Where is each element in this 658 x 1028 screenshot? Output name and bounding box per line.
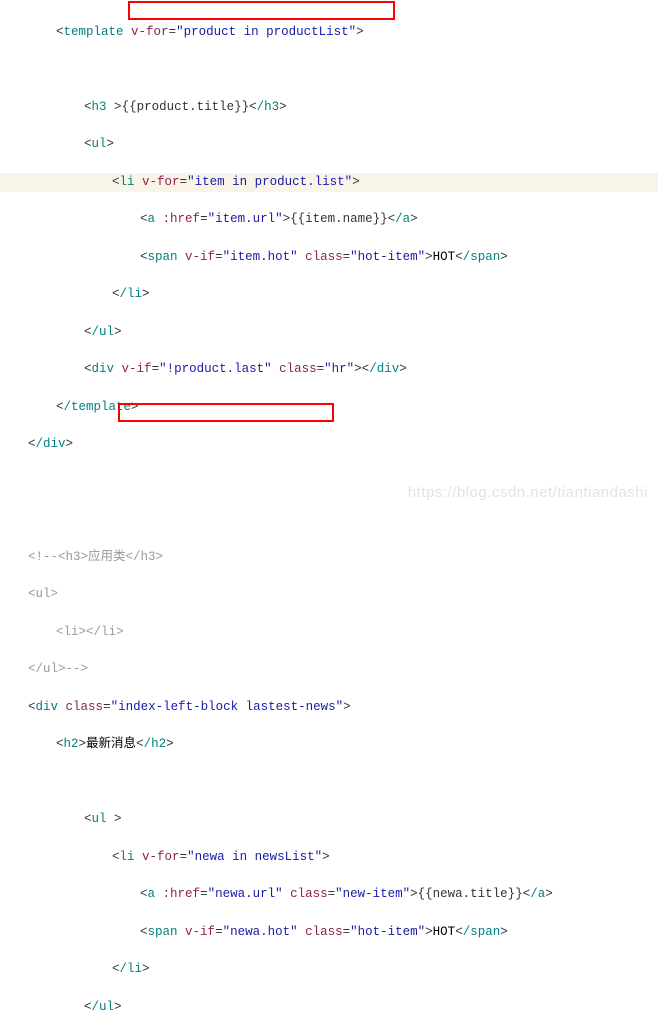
code-line: <a :href="item.url">{{item.name}}</a>	[0, 210, 658, 229]
comment-text: </ul>-->	[28, 662, 88, 676]
attr-value: "newa.url"	[208, 887, 283, 901]
attr-name: v-if	[185, 925, 215, 939]
code-line: <h3 >{{product.title}}</h3>	[0, 98, 658, 117]
attr-name: class	[305, 925, 343, 939]
tag-name: /ul	[92, 1000, 115, 1014]
attr-value: "newa in newsList"	[187, 850, 322, 864]
code-line: <a :href="newa.url" class="new-item">{{n…	[0, 885, 658, 904]
attr-value: "item in product.list"	[187, 175, 352, 189]
interpolation: {{item.name}}	[290, 212, 388, 226]
code-line: </div>	[0, 435, 658, 454]
tag-name: /ul	[92, 325, 115, 339]
attr-name: class	[279, 362, 317, 376]
tag-name: /li	[120, 287, 143, 301]
tag-name: a	[148, 212, 156, 226]
attr-value: "product in productList"	[176, 25, 356, 39]
comment-line: <!--<h3>应用类</h3>	[0, 548, 658, 567]
highlighted-line: <li v-for="item in product.list">	[0, 173, 658, 192]
interpolation: {{newa.title}}	[418, 887, 523, 901]
tag-name: /li	[120, 962, 143, 976]
text: HOT	[433, 925, 456, 939]
attr-name: v-if	[122, 362, 152, 376]
blank-line	[0, 60, 658, 79]
tag-name: span	[148, 925, 178, 939]
tag-name: /div	[369, 362, 399, 376]
attr-value: "new-item"	[335, 887, 410, 901]
tag-name: /h3	[257, 100, 280, 114]
code-line: <template v-for="product in productList"…	[0, 23, 658, 42]
blank-line	[0, 510, 658, 529]
code-line: </template>	[0, 398, 658, 417]
comment-line: </ul>-->	[0, 660, 658, 679]
attr-value: "hot-item"	[350, 925, 425, 939]
tag-name: ul	[92, 137, 107, 151]
tag-name: /li	[94, 625, 117, 639]
tag-name: ul	[36, 587, 51, 601]
attr-name: class	[66, 700, 104, 714]
code-line: </li>	[0, 285, 658, 304]
comment-text: <!--<h3>应用类</h3>	[28, 550, 163, 564]
attr-name: v-if	[185, 250, 215, 264]
attr-value: "index-left-block lastest-news"	[111, 700, 344, 714]
code-line: <h2>最新消息</h2>	[0, 735, 658, 754]
tag-name: /div	[36, 437, 66, 451]
code-line: <div class="index-left-block lastest-new…	[0, 698, 658, 717]
text: 最新消息	[86, 737, 136, 751]
tag-name: /a	[395, 212, 410, 226]
tag-name: /span	[463, 250, 501, 264]
tag-name: li	[120, 175, 135, 189]
attr-value: "item.url"	[208, 212, 283, 226]
attr-name: v-for	[142, 850, 180, 864]
attr-name: v-for	[142, 175, 180, 189]
attr-value: "newa.hot"	[223, 925, 298, 939]
blank-line	[0, 773, 658, 792]
text: HOT	[433, 250, 456, 264]
attr-name: v-for	[131, 25, 169, 39]
tag-name: /h2	[144, 737, 167, 751]
tag-name: li	[120, 850, 135, 864]
code-line: </li>	[0, 960, 658, 979]
attr-name: class	[305, 250, 343, 264]
attr-value: "!product.last"	[159, 362, 272, 376]
attr-name: :href	[163, 212, 201, 226]
tag-name: /span	[463, 925, 501, 939]
watermark: https://blog.csdn.net/tiantiandashi	[408, 482, 648, 505]
tag-name: div	[36, 700, 59, 714]
code-line: <li v-for="newa in newsList">	[0, 848, 658, 867]
attr-value: "hot-item"	[350, 250, 425, 264]
code-line: <ul >	[0, 810, 658, 829]
comment-line: <ul>	[0, 585, 658, 604]
attr-value: "item.hot"	[223, 250, 298, 264]
tag-name: h3	[92, 100, 107, 114]
tag-name: /a	[530, 887, 545, 901]
tag-name: li	[64, 625, 79, 639]
code-line: <span v-if="item.hot" class="hot-item">H…	[0, 248, 658, 267]
code-line: </ul>	[0, 998, 658, 1017]
tag-name: a	[148, 887, 156, 901]
tag-name: ul	[92, 812, 107, 826]
tag-name: span	[148, 250, 178, 264]
code-line: <span v-if="newa.hot" class="hot-item">H…	[0, 923, 658, 942]
interpolation: {{product.title}}	[122, 100, 250, 114]
code-line: <div v-if="!product.last" class="hr"></d…	[0, 360, 658, 379]
attr-value: "hr"	[324, 362, 354, 376]
comment-line: <li></li>	[0, 623, 658, 642]
tag-name: div	[92, 362, 115, 376]
attr-name: class	[290, 887, 328, 901]
attr-name: :href	[163, 887, 201, 901]
tag-name: template	[64, 25, 124, 39]
tag-name: /template	[64, 400, 132, 414]
code-line: </ul>	[0, 323, 658, 342]
code-line: <ul>	[0, 135, 658, 154]
tag-name: h2	[64, 737, 79, 751]
code-editor: <template v-for="product in productList"…	[0, 0, 658, 1028]
